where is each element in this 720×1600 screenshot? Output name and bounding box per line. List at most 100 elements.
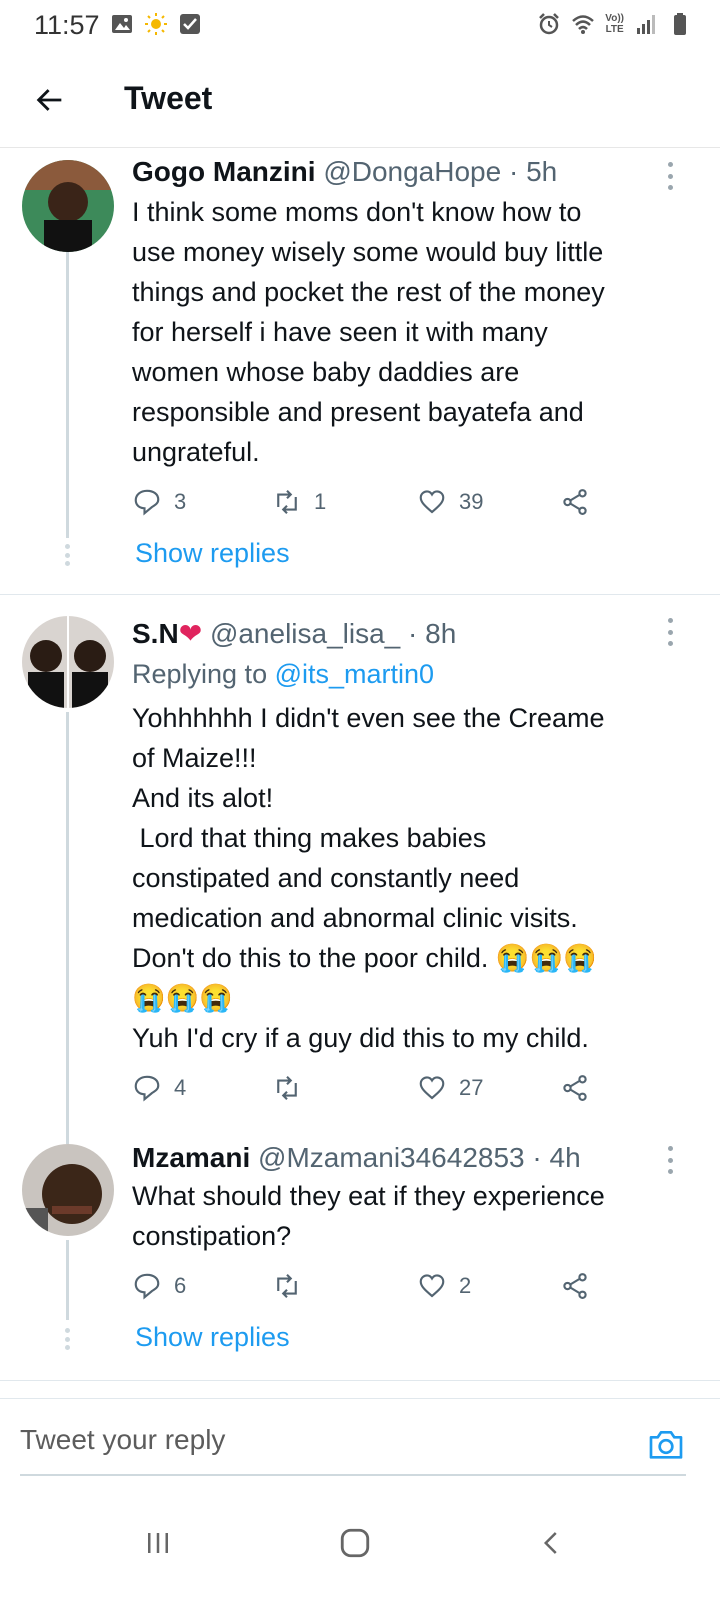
sun-icon xyxy=(145,13,167,35)
back-button[interactable] xyxy=(28,78,72,122)
avatar-image xyxy=(22,616,114,708)
show-replies-link[interactable]: Show replies xyxy=(135,1322,290,1353)
retweet-icon xyxy=(277,1273,297,1299)
more-options-icon[interactable] xyxy=(664,1146,676,1174)
page-title: Tweet xyxy=(124,80,213,116)
reply-composer xyxy=(0,1400,720,1480)
composer-underline xyxy=(20,1474,686,1476)
avatar[interactable] xyxy=(22,160,114,252)
avatar[interactable] xyxy=(22,616,114,708)
tweet-card[interactable]: S.N❤ @anelisa_lisa_ · 8h Replying to @it… xyxy=(0,596,720,1136)
share-button[interactable] xyxy=(560,1268,590,1304)
status-right-icons: Vo)) LTE xyxy=(537,12,692,36)
replying-to: Replying to @its_martin0 xyxy=(132,656,434,692)
thread-more-icon xyxy=(64,544,70,566)
heart-emoji: ❤ xyxy=(178,618,203,649)
retweet-button[interactable] xyxy=(272,1070,314,1106)
divider xyxy=(0,1398,720,1399)
arrow-left-icon xyxy=(36,89,62,111)
like-count: 27 xyxy=(459,1075,484,1100)
tweet-text: Yohhhhhh I didn't even see the Creame of… xyxy=(132,703,605,1053)
share-icon xyxy=(563,1273,587,1299)
share-button[interactable] xyxy=(560,1070,590,1106)
reply-icon xyxy=(134,1273,160,1300)
avatar-image xyxy=(22,1144,114,1236)
share-icon xyxy=(563,1075,587,1101)
like-count: 2 xyxy=(459,1273,472,1298)
divider xyxy=(0,594,720,595)
like-button[interactable]: 27 xyxy=(417,1070,483,1106)
author-meta: @DongaHope · 5h xyxy=(323,156,558,187)
retweet-count: 1 xyxy=(314,489,327,514)
show-replies-link[interactable]: Show replies xyxy=(135,538,290,569)
retweet-icon xyxy=(277,489,297,515)
home-button[interactable] xyxy=(325,1518,385,1568)
tweet-text: What should they eat if they experience … xyxy=(132,1181,605,1251)
tweet-actions: 4 27 xyxy=(132,1070,612,1106)
like-button[interactable]: 2 xyxy=(417,1268,471,1304)
retweet-icon xyxy=(277,1075,297,1101)
author-name[interactable]: S.N xyxy=(132,618,179,649)
reply-button[interactable]: 4 xyxy=(132,1070,186,1106)
status-left-icons xyxy=(110,12,202,36)
retweet-button[interactable]: 1 xyxy=(272,484,326,520)
reply-button[interactable]: 3 xyxy=(132,484,186,520)
system-nav-bar xyxy=(0,1490,720,1600)
alarm-icon xyxy=(539,13,560,35)
reply-button[interactable]: 6 xyxy=(132,1268,186,1304)
thread-more-icon xyxy=(64,1328,70,1350)
more-options-icon[interactable] xyxy=(664,618,676,646)
heart-icon xyxy=(419,1076,445,1100)
volte-label: Vo)) xyxy=(605,13,624,24)
avatar[interactable] xyxy=(22,1144,114,1236)
app-header: Tweet xyxy=(0,56,720,148)
tweet-card[interactable]: Mzamani @Mzamani34642853 · 4h What shoul… xyxy=(0,1136,720,1380)
avatar-image xyxy=(22,160,114,252)
author-meta: @Mzamani34642853 · 4h xyxy=(258,1142,581,1173)
lte-label: LTE xyxy=(605,24,624,35)
battery-icon xyxy=(674,13,686,35)
like-button[interactable]: 39 xyxy=(417,484,483,520)
thread-line xyxy=(66,248,69,538)
home-icon xyxy=(340,1528,370,1558)
checkbox-icon xyxy=(180,14,200,34)
volte-icon: Vo)) LTE xyxy=(605,13,624,35)
retweet-button[interactable] xyxy=(272,1268,314,1304)
back-icon xyxy=(543,1532,557,1554)
thread-line xyxy=(66,712,69,1136)
heart-icon xyxy=(419,1274,445,1298)
thread-line xyxy=(66,1240,69,1320)
like-count: 39 xyxy=(459,489,484,514)
status-bar: 11:57 Vo)) LTE xyxy=(0,0,720,56)
share-button[interactable] xyxy=(560,484,590,520)
signal-icon xyxy=(637,15,655,34)
camera-button[interactable] xyxy=(646,1424,686,1464)
replying-to-handle[interactable]: @its_martin0 xyxy=(275,659,434,689)
tweet-header: S.N❤ @anelisa_lisa_ · 8h xyxy=(132,616,456,652)
recents-icon xyxy=(148,1533,168,1553)
replying-to-prefix: Replying to xyxy=(132,659,275,689)
divider xyxy=(0,1380,720,1381)
tweet-card[interactable]: Gogo Manzini @DongaHope · 5h I think som… xyxy=(0,148,720,594)
heart-icon xyxy=(419,490,445,514)
reply-count: 3 xyxy=(174,489,187,514)
tweet-actions: 6 2 xyxy=(132,1268,612,1304)
tweet-text: I think some moms don't know how to use … xyxy=(132,197,605,467)
nav-back-button[interactable] xyxy=(522,1518,582,1568)
reply-count: 4 xyxy=(174,1075,187,1100)
reply-icon xyxy=(134,489,160,516)
reply-input[interactable] xyxy=(20,1420,620,1460)
author-name[interactable]: Mzamani xyxy=(132,1142,250,1173)
camera-icon xyxy=(649,1431,683,1459)
author-name[interactable]: Gogo Manzini xyxy=(132,156,316,187)
more-options-icon[interactable] xyxy=(664,162,676,190)
status-time: 11:57 xyxy=(34,10,100,40)
gallery-icon xyxy=(112,15,132,33)
thread-line xyxy=(66,1136,69,1144)
recents-button[interactable] xyxy=(128,1518,188,1568)
share-icon xyxy=(563,489,587,515)
reply-icon xyxy=(134,1075,160,1102)
author-meta: @anelisa_lisa_ · 8h xyxy=(209,618,457,649)
reply-count: 6 xyxy=(174,1273,187,1298)
tweet-header: Mzamani @Mzamani34642853 · 4h xyxy=(132,1140,581,1176)
